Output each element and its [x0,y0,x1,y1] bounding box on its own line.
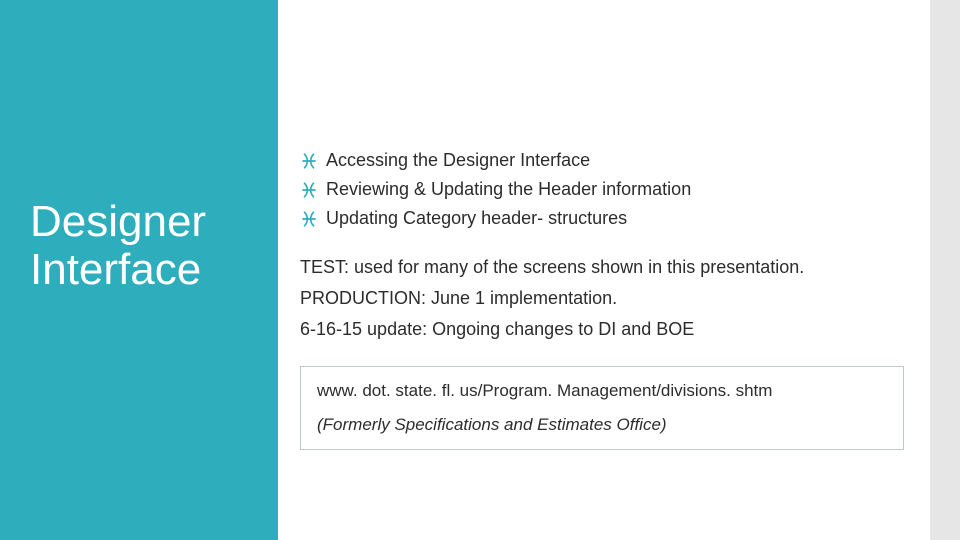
bullet-text: Accessing the Designer Interface [326,150,590,170]
pisces-icon [300,210,318,228]
sidebar-title: Designer Interface [30,198,250,293]
paragraph: 6-16-15 update: Ongoing changes to DI an… [300,319,910,340]
pisces-icon [300,152,318,170]
slide: Designer Interface Accessing the Designe… [0,0,960,540]
paragraph: TEST: used for many of the screens shown… [300,257,910,278]
paragraph-head: PRODUCTION: [300,288,426,308]
pisces-icon [300,181,318,199]
right-strip [930,0,960,540]
sidebar-title-line2: Interface [30,245,201,294]
sidebar-title-line1: Designer [30,197,206,246]
content-area: Accessing the Designer Interface Reviewi… [300,150,910,450]
bullet-item: Updating Category header- structures [300,208,910,229]
link-url: www. dot. state. fl. us/Program. Managem… [317,381,887,401]
paragraph: PRODUCTION: June 1 implementation. [300,288,910,309]
link-subtitle: (Formerly Specifications and Estimates O… [317,415,887,435]
bullet-text: Updating Category header- structures [326,208,627,228]
link-box: www. dot. state. fl. us/Program. Managem… [300,366,904,450]
paragraph-head: TEST: [300,257,349,277]
bullet-list: Accessing the Designer Interface Reviewi… [300,150,910,229]
paragraph-rest: June 1 implementation. [426,288,617,308]
paragraph-block: TEST: used for many of the screens shown… [300,257,910,340]
bullet-item: Accessing the Designer Interface [300,150,910,171]
paragraph-rest: used for many of the screens shown in th… [349,257,804,277]
bullet-item: Reviewing & Updating the Header informat… [300,179,910,200]
paragraph-text: 6-16-15 update: Ongoing changes to DI an… [300,319,694,339]
sidebar: Designer Interface [0,0,278,540]
bullet-text: Reviewing & Updating the Header informat… [326,179,691,199]
